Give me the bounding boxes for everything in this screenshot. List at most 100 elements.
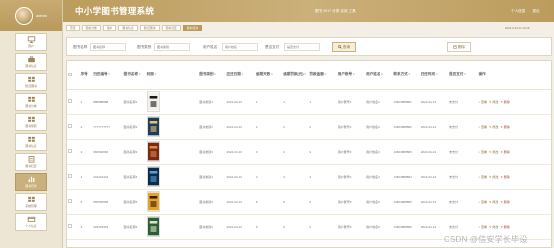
book-name-input[interactable]	[90, 43, 126, 51]
detail-button[interactable]: ⌕ 查看	[478, 200, 487, 204]
book-cover-image[interactable]	[146, 191, 160, 212]
sidebar-item[interactable]: 图书信息	[15, 133, 47, 151]
book-cover-image[interactable]	[146, 166, 160, 187]
breadcrumb-item[interactable]: 图书归还	[161, 25, 181, 31]
col-header[interactable]: 图书类别⇅	[198, 61, 226, 90]
sidebar-item[interactable]: 个人信息	[15, 213, 47, 231]
cover-cell	[145, 189, 199, 215]
row-select-cell[interactable]	[67, 189, 80, 215]
detail-button[interactable]: ⌕ 查看	[478, 150, 487, 154]
sidebar-item[interactable]: 图书罚款	[15, 173, 47, 191]
select-all-checkbox[interactable]	[68, 72, 72, 76]
delete-button[interactable]: ✕ 删除	[500, 125, 509, 129]
cell-code: 7777777777	[92, 114, 123, 140]
sidebar-item[interactable]: 系统管理	[15, 193, 47, 211]
col-header[interactable]: 图书名称⇅	[122, 61, 146, 90]
detail-button[interactable]: ⌕ 查看	[478, 125, 487, 129]
sidebar-item[interactable]: 用户	[15, 33, 47, 51]
logout-link[interactable]: 退出	[532, 9, 539, 14]
row-select-cell[interactable]	[67, 164, 80, 190]
delete-selected-button[interactable]: 删除	[447, 42, 471, 52]
username: admin	[36, 13, 47, 18]
profile-link[interactable]: 个人信息	[511, 9, 525, 14]
row-select-cell[interactable]	[67, 214, 80, 240]
sidebar-item[interactable]: 图书归还	[15, 153, 47, 171]
breadcrumb-item[interactable]: 借/还图书	[139, 25, 160, 31]
sidebar-item[interactable]: 图书信息	[15, 53, 47, 71]
sort-icon[interactable]: ⇅	[381, 73, 383, 76]
row-select-cell[interactable]	[67, 114, 80, 140]
delete-button[interactable]: ✕ 删除	[500, 175, 509, 179]
row-checkbox[interactable]	[68, 149, 72, 153]
sidebar-item[interactable]: 图书分类	[15, 93, 47, 111]
sort-icon[interactable]: ⇅	[139, 73, 141, 76]
avatar[interactable]	[15, 6, 34, 25]
sort-icon[interactable]: ⇅	[436, 73, 438, 76]
col-header[interactable]: 封面⇅	[145, 61, 199, 90]
edit-button[interactable]: ✎ 修改	[489, 125, 498, 129]
edit-button[interactable]: ✎ 修改	[489, 175, 498, 179]
table-row[interactable]: 5 555555555 图书名称5 图书类别5 2024-04-13 5 5 5 用户账号5 用户…	[67, 189, 551, 215]
sort-icon[interactable]: ⇅	[241, 73, 243, 76]
detail-button[interactable]: ⌕ 查看	[478, 175, 487, 179]
col-header[interactable]: 逾期罚款(元)⇅	[282, 61, 309, 90]
cell-user: 用户姓名1	[365, 89, 393, 115]
delete-button[interactable]: ✕ 删除	[500, 225, 509, 229]
row-checkbox[interactable]	[68, 99, 72, 103]
table-row[interactable]: 4 444444444 图书名称4 图书类别4 2024-04-13 4 4 4 用户账号4 用户…	[67, 164, 551, 190]
col-header[interactable]: 归还时间⇅	[419, 61, 449, 90]
sort-icon[interactable]: ⇅	[154, 73, 156, 76]
breadcrumb-item[interactable]: 图书罚款	[182, 25, 202, 31]
edit-button[interactable]: ✎ 修改	[489, 150, 498, 154]
row-checkbox[interactable]	[68, 124, 72, 128]
breadcrumb-item[interactable]: 图书信息	[118, 25, 138, 31]
edit-button[interactable]: ✎ 修改	[489, 100, 498, 104]
row-select-cell[interactable]	[67, 139, 80, 165]
col-header[interactable]: 应还日期⇅	[225, 61, 255, 90]
user-name-input[interactable]	[222, 43, 258, 51]
sort-icon[interactable]: ⇅	[304, 73, 306, 76]
col-header[interactable]: 归还编号⇅	[92, 61, 123, 90]
sort-icon[interactable]: ⇅	[214, 73, 216, 76]
edit-button[interactable]: ✎ 修改	[489, 225, 498, 229]
col-header[interactable]: 罚款金额⇅	[308, 61, 337, 90]
breadcrumb-item[interactable]: 首页	[66, 25, 80, 31]
book-cover-image[interactable]	[146, 141, 160, 162]
delete-button[interactable]: ✕ 删除	[500, 100, 509, 104]
table-row[interactable]: 2 7777777777 图书名称2 图书类别2 2024-04-13 2 2 2 用户账号2 用…	[67, 114, 551, 140]
row-select-cell[interactable]	[67, 89, 80, 115]
col-header[interactable]: 是否支付⇅	[448, 61, 478, 90]
delete-button[interactable]: ✕ 删除	[500, 200, 509, 204]
sort-icon[interactable]: ⇅	[353, 73, 355, 76]
sort-icon[interactable]: ⇅	[324, 73, 326, 76]
sort-icon[interactable]: ⇅	[271, 73, 273, 76]
table-row[interactable]: 1 888888888 图书名称1 图书类别1 2024-04-13 1 1 1 用户账号1 用户…	[67, 89, 551, 115]
paid-status-input[interactable]	[284, 43, 320, 51]
row-checkbox[interactable]	[68, 224, 72, 228]
sidebar-item[interactable]: 图书借阅	[15, 113, 47, 131]
search-button[interactable]: 查询	[332, 42, 356, 52]
sort-icon[interactable]: ⇅	[408, 73, 410, 76]
sort-icon[interactable]: ⇅	[108, 73, 110, 76]
book-cover-image[interactable]	[146, 116, 160, 137]
book-cover-image[interactable]	[146, 91, 160, 112]
col-header[interactable]: 用户账号⇅	[336, 61, 366, 90]
col-header[interactable]: 用户姓名⇅	[365, 61, 393, 90]
delete-button[interactable]: ✕ 删除	[500, 150, 509, 154]
cell-paid: 未支付	[448, 189, 478, 215]
edit-button[interactable]: ✎ 修改	[489, 200, 498, 204]
col-header[interactable]: 逾期天数⇅	[254, 61, 283, 90]
select-all-cell[interactable]	[67, 61, 80, 90]
book-cover-image[interactable]	[146, 216, 160, 237]
detail-button[interactable]: ⌕ 查看	[478, 100, 487, 104]
detail-button[interactable]: ⌕ 查看	[478, 225, 487, 229]
table-row[interactable]: 3 666666666 图书名称3 图书类别3 2024-04-13 3 3 3 用户账号3 用户…	[67, 139, 551, 165]
breadcrumb-item[interactable]: 用户	[102, 25, 117, 31]
sidebar-item[interactable]: 借/还图书	[15, 73, 47, 91]
col-header[interactable]: 联系方式⇅	[392, 61, 420, 90]
row-checkbox[interactable]	[68, 174, 72, 178]
breadcrumb-item[interactable]: 图书分类	[81, 25, 101, 31]
book-category-input[interactable]	[154, 43, 190, 51]
sort-icon[interactable]: ⇅	[464, 73, 466, 76]
row-checkbox[interactable]	[68, 199, 72, 203]
